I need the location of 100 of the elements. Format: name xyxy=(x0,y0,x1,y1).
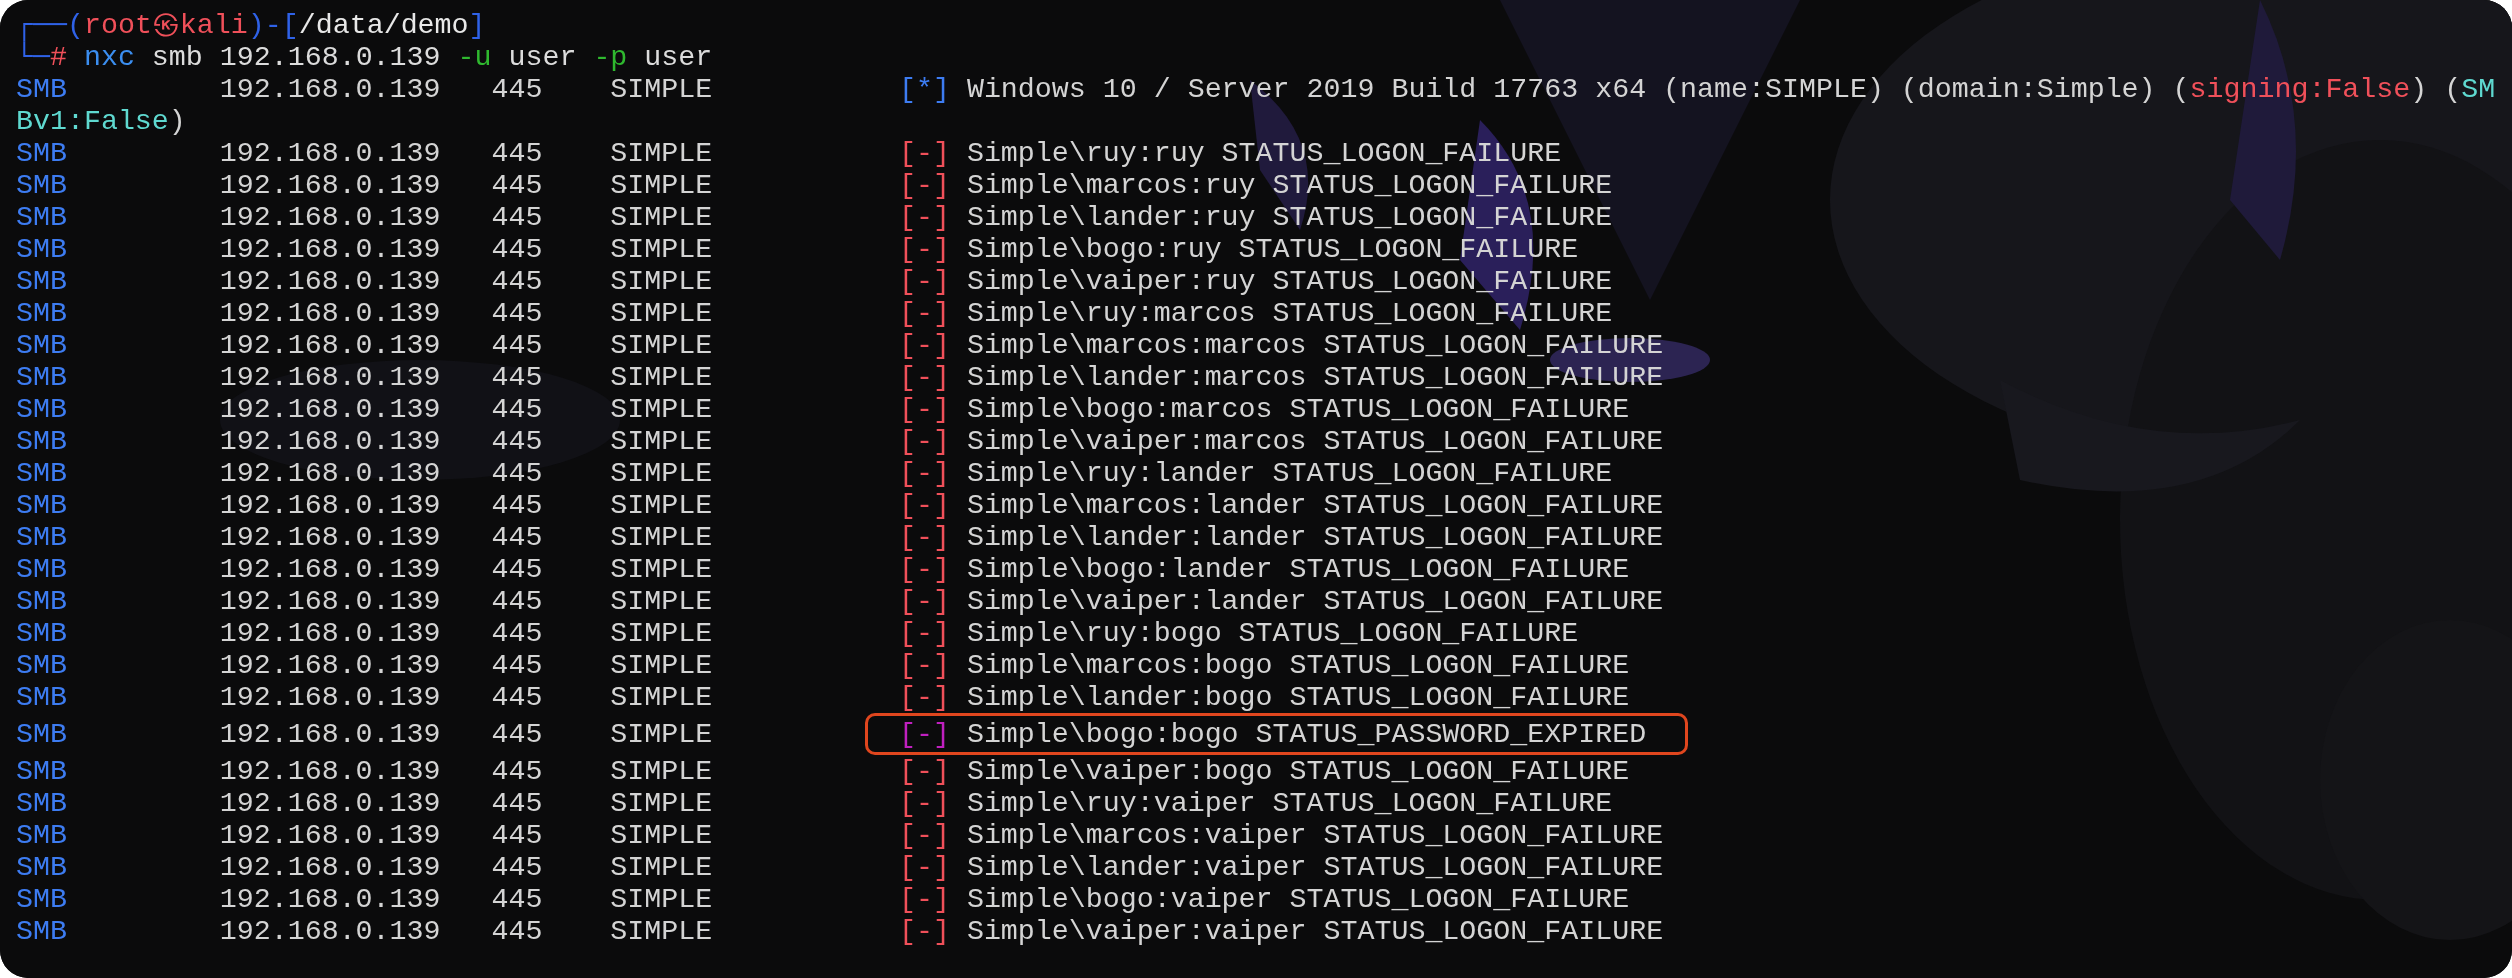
wrapped-line-text: Bv1:False) xyxy=(16,105,186,137)
port-number: 445 xyxy=(491,553,543,585)
protocol-text: SMB xyxy=(16,649,67,681)
status-marker: [-] xyxy=(899,361,950,393)
ip-address: 192.168.0.139 xyxy=(219,361,441,393)
result-message: Simple\marcos:marcos STATUS_LOGON_FAILURE xyxy=(966,329,1664,361)
protocol-text: SMB xyxy=(16,265,67,297)
ip-address: 192.168.0.139 xyxy=(219,265,441,297)
host-name: SIMPLE xyxy=(610,915,713,947)
ip-address: 192.168.0.139 xyxy=(219,718,441,750)
result-message: Simple\bogo:ruy STATUS_LOGON_FAILURE xyxy=(966,233,1579,265)
result-message: Simple\marcos:ruy STATUS_LOGON_FAILURE xyxy=(966,169,1613,201)
port-number: 445 xyxy=(491,489,543,521)
port-number: 445 xyxy=(491,233,543,265)
result-message: Simple\ruy:vaiper STATUS_LOGON_FAILURE xyxy=(966,787,1613,819)
protocol-text: SMB xyxy=(16,553,67,585)
protocol-text: SMB xyxy=(16,521,67,553)
command-argument: user xyxy=(643,41,713,73)
ip-address: 192.168.0.139 xyxy=(219,201,441,233)
protocol-text: SMB xyxy=(16,617,67,649)
ip-address: 192.168.0.139 xyxy=(219,521,441,553)
host-name: SIMPLE xyxy=(610,265,713,297)
port-number: 445 xyxy=(491,883,543,915)
protocol-text: SMB xyxy=(16,883,67,915)
protocol-text: SMB xyxy=(16,819,67,851)
protocol-text: SMB xyxy=(16,425,67,457)
ip-address: 192.168.0.139 xyxy=(219,553,441,585)
ip-address: 192.168.0.139 xyxy=(219,915,441,947)
port-number: 445 xyxy=(491,617,543,649)
ip-address: 192.168.0.139 xyxy=(219,297,441,329)
status-marker: [-] xyxy=(899,201,950,233)
prompt-path: /data/demo xyxy=(298,9,469,41)
protocol-text: SMB xyxy=(16,233,67,265)
host-name: SIMPLE xyxy=(610,521,713,553)
ip-address: 192.168.0.139 xyxy=(219,393,441,425)
ip-address: 192.168.0.139 xyxy=(219,883,441,915)
ip-address: 192.168.0.139 xyxy=(219,233,441,265)
result-message: Simple\lander:marcos STATUS_LOGON_FAILURE xyxy=(966,361,1664,393)
result-message: Simple\vaiper:bogo STATUS_LOGON_FAILURE xyxy=(966,755,1630,787)
protocol-text: SMB xyxy=(16,915,67,947)
status-marker: [-] xyxy=(899,649,950,681)
status-marker: [-] xyxy=(899,233,950,265)
port-number: 445 xyxy=(491,851,543,883)
protocol-text: SMB xyxy=(16,681,67,713)
status-marker: [-] xyxy=(899,755,950,787)
host-name: SIMPLE xyxy=(610,73,713,105)
host-name: SIMPLE xyxy=(610,755,713,787)
host-name: SIMPLE xyxy=(610,681,713,713)
host-name: SIMPLE xyxy=(610,297,713,329)
protocol-text: SMB xyxy=(16,585,67,617)
protocol-text: SMB xyxy=(16,457,67,489)
status-marker: [-] xyxy=(899,585,950,617)
host-name: SIMPLE xyxy=(610,883,713,915)
ip-address: 192.168.0.139 xyxy=(219,489,441,521)
status-marker: [-] xyxy=(899,787,950,819)
protocol-text: SMB xyxy=(16,787,67,819)
prompt-frame: ┌──( xyxy=(16,9,84,41)
status-marker: [-] xyxy=(899,489,950,521)
ip-address: 192.168.0.139 xyxy=(219,787,441,819)
status-marker: [-] xyxy=(899,425,950,457)
port-number: 445 xyxy=(491,425,543,457)
protocol-text: SMB xyxy=(16,851,67,883)
result-message: Simple\ruy:marcos STATUS_LOGON_FAILURE xyxy=(966,297,1613,329)
protocol-text: SMB xyxy=(16,201,67,233)
result-message: Simple\lander:ruy STATUS_LOGON_FAILURE xyxy=(966,201,1613,233)
port-number: 445 xyxy=(491,755,543,787)
host-name: SIMPLE xyxy=(610,787,713,819)
port-number: 445 xyxy=(491,297,543,329)
port-number: 445 xyxy=(491,819,543,851)
result-message: Windows 10 / Server 2019 Build 17763 x64 (name:SIMPLE) (domain:Simple) (signing:False) (SM xyxy=(966,73,2496,105)
host-name: SIMPLE xyxy=(610,361,713,393)
port-number: 445 xyxy=(491,585,543,617)
host-name: SIMPLE xyxy=(610,489,713,521)
result-message: Simple\bogo:lander STATUS_LOGON_FAILURE xyxy=(966,553,1630,585)
host-name: SIMPLE xyxy=(610,819,713,851)
prompt-user: root㉿kali xyxy=(83,9,248,41)
prompt-frame: )-[ xyxy=(247,9,299,41)
status-marker: [-] xyxy=(899,521,950,553)
protocol-text: SMB xyxy=(16,361,67,393)
host-name: SIMPLE xyxy=(610,393,713,425)
port-number: 445 xyxy=(491,649,543,681)
port-number: 445 xyxy=(491,521,543,553)
host-name: SIMPLE xyxy=(610,553,713,585)
result-message: Simple\ruy:lander STATUS_LOGON_FAILURE xyxy=(966,457,1613,489)
host-name: SIMPLE xyxy=(610,329,713,361)
host-name: SIMPLE xyxy=(610,617,713,649)
command-option-text: -p xyxy=(593,41,628,73)
status-marker: [-] xyxy=(899,718,950,750)
ip-address: 192.168.0.139 xyxy=(219,137,441,169)
result-message: Simple\marcos:bogo STATUS_LOGON_FAILURE xyxy=(966,649,1630,681)
ip-address: 192.168.0.139 xyxy=(219,755,441,787)
prompt-frame: └─ xyxy=(16,41,50,73)
host-name: SIMPLE xyxy=(610,457,713,489)
port-number: 445 xyxy=(491,73,543,105)
host-name: SIMPLE xyxy=(610,718,713,750)
port-number: 445 xyxy=(491,393,543,425)
prompt-frame: ] xyxy=(468,9,486,41)
protocol-text: SMB xyxy=(16,169,67,201)
status-marker: [-] xyxy=(899,169,950,201)
ip-address: 192.168.0.139 xyxy=(219,851,441,883)
